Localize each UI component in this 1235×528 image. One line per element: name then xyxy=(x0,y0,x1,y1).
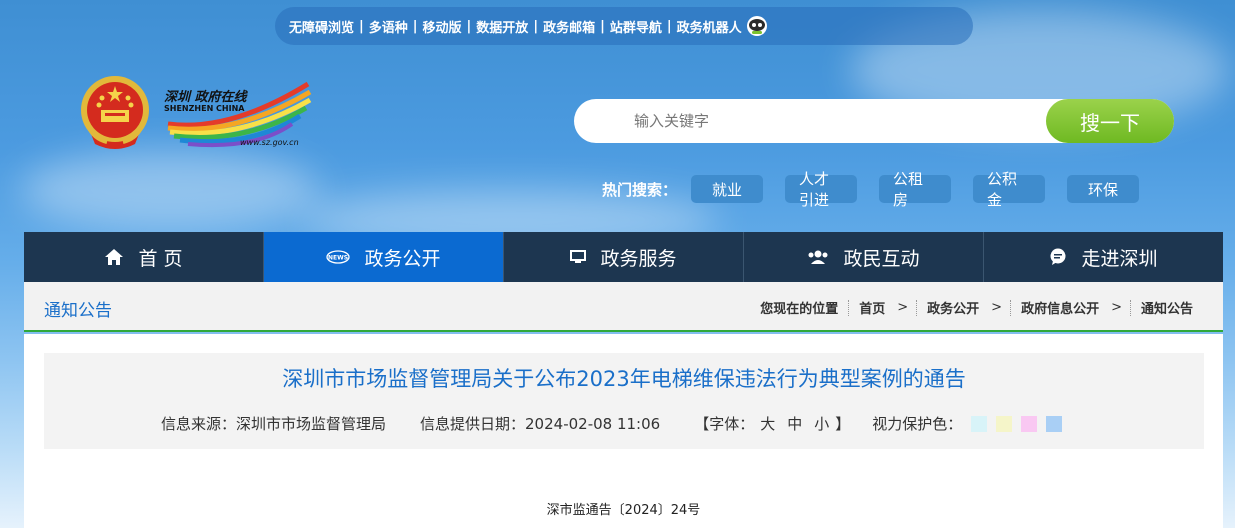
article-date: 信息提供日期：2024-02-08 11:06 xyxy=(420,415,661,433)
shenzhen-logo[interactable]: 深圳 政府在线 SHENZHEN CHINA www.sz.gov.cn xyxy=(160,80,315,152)
eye-care-swatch-yellow[interactable] xyxy=(996,415,1013,432)
link-mobile[interactable]: 移动版 xyxy=(423,17,462,36)
article-meta: 信息来源：深圳市市场监督管理局 信息提供日期：2024-02-08 11:06 … xyxy=(161,413,1063,434)
link-open-data[interactable]: 数据开放 xyxy=(476,17,528,36)
nav-about-shenzhen-label: 走进深圳 xyxy=(1081,247,1158,270)
breadcrumb-info-disclosure[interactable]: 政府信息公开 xyxy=(1021,298,1099,317)
hot-tag-employment[interactable]: 就业 xyxy=(691,175,764,203)
font-size-medium[interactable]: 中 xyxy=(787,413,802,434)
article-content: 深圳市市场监督管理局关于公布2023年电梯维保违法行为典型案例的通告 信息来源：… xyxy=(24,334,1223,528)
nav-gov-services-label: 政务服务 xyxy=(600,247,677,270)
nav-home[interactable]: 首 页 xyxy=(24,232,264,282)
breadcrumb-home[interactable]: 首页 xyxy=(859,298,885,317)
home-icon xyxy=(105,249,124,265)
svg-text:NEWS: NEWS xyxy=(328,255,348,262)
breadcrumb-label: 您现在的位置 xyxy=(760,302,839,317)
hot-tag-housing-fund[interactable]: 公积金 xyxy=(973,170,1046,209)
nav-gov-affairs-label: 政务公开 xyxy=(364,247,441,270)
document-number: 深市监通告〔2024〕24号 xyxy=(546,503,701,518)
news-icon: NEWS xyxy=(326,250,351,264)
nav-gov-affairs[interactable]: NEWS 政务公开 xyxy=(264,232,504,282)
logo-url-text: www.sz.gov.cn xyxy=(240,138,299,147)
article-title: 深圳市市场监督管理局关于公布2023年电梯维保违法行为典型案例的通告 xyxy=(282,367,966,391)
hot-tag-environment[interactable]: 环保 xyxy=(1067,175,1140,203)
hot-search: 热门搜索： 就业 人才引进 公租房 公积金 环保 xyxy=(602,170,1161,209)
hot-tag-public-housing[interactable]: 公租房 xyxy=(879,170,952,209)
article-source: 信息来源：深圳市市场监督管理局 xyxy=(161,415,387,433)
breadcrumb-bar: 通知公告 您现在的位置 首页 > 政务公开 > 政府信息公开 > 通知公告 xyxy=(24,282,1223,332)
nav-interaction-label: 政民互动 xyxy=(843,247,920,270)
monitor-icon xyxy=(570,250,587,263)
font-size-large[interactable]: 大 xyxy=(760,413,775,434)
top-links-bar: 无障碍浏览 | 多语种 | 移动版 | 数据开放 | 政务邮箱 | 站群导航 |… xyxy=(275,7,973,45)
breadcrumb-notices[interactable]: 通知公告 xyxy=(1141,298,1193,317)
eye-care-swatch-blue[interactable] xyxy=(1046,415,1063,432)
link-site-nav[interactable]: 站群导航 xyxy=(610,17,662,36)
link-gov-robot[interactable]: 政务机器人 xyxy=(677,17,742,36)
people-icon xyxy=(808,250,828,264)
link-accessibility[interactable]: 无障碍浏览 xyxy=(289,17,354,36)
search-input[interactable] xyxy=(574,99,1046,143)
link-gov-mail[interactable]: 政务邮箱 xyxy=(543,17,595,36)
national-emblem-icon xyxy=(81,76,149,149)
search-button[interactable]: 搜一下 xyxy=(1046,99,1174,143)
nav-about-shenzhen[interactable]: 走进深圳 xyxy=(984,232,1223,282)
hot-tag-talent[interactable]: 人才引进 xyxy=(785,170,858,209)
logo-en-text: SHENZHEN CHINA xyxy=(164,104,245,113)
article-header: 深圳市市场监督管理局关于公布2023年电梯维保违法行为典型案例的通告 信息来源：… xyxy=(44,353,1204,449)
robot-icon[interactable] xyxy=(746,15,768,37)
link-languages[interactable]: 多语种 xyxy=(369,17,408,36)
eye-care-label: 视力保护色： xyxy=(872,415,963,433)
search-box: 搜一下 xyxy=(574,99,1174,143)
eye-care-swatch-pink[interactable] xyxy=(1021,415,1038,432)
main-nav: 首 页 NEWS 政务公开 政务服务 政民互动 走进深圳 xyxy=(24,232,1223,282)
nav-gov-services[interactable]: 政务服务 xyxy=(504,232,744,282)
font-size-label: 【字体： xyxy=(694,415,755,433)
section-title: 通知公告 xyxy=(44,301,112,321)
nav-interaction[interactable]: 政民互动 xyxy=(744,232,984,282)
breadcrumb-gov-affairs[interactable]: 政务公开 xyxy=(927,298,979,317)
nav-home-label: 首 页 xyxy=(138,247,183,270)
eye-care-swatch-cyan[interactable] xyxy=(971,415,988,432)
breadcrumb: 您现在的位置 首页 > 政务公开 > 政府信息公开 > 通知公告 xyxy=(760,298,1193,317)
logo-cn-text: 深圳 政府在线 xyxy=(164,90,247,105)
chat-icon xyxy=(1050,248,1066,265)
font-size-small[interactable]: 小 xyxy=(814,413,829,434)
font-size-close: 】 xyxy=(835,415,851,433)
hot-search-label: 热门搜索： xyxy=(602,180,678,199)
